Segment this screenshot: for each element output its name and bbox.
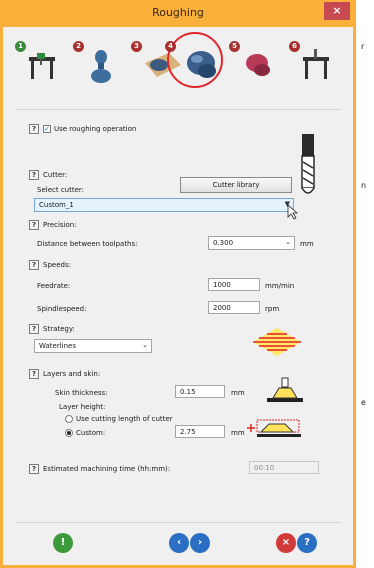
layer-height-icon <box>247 419 301 437</box>
distance-label: Distance between toolpaths: <box>37 240 138 248</box>
select-cutter-label: Select cutter: <box>37 186 85 194</box>
skin-thickness-unit: mm <box>231 389 245 397</box>
spindlespeed-input[interactable]: 2000 <box>208 301 260 314</box>
use-roughing-label: Use roughing operation <box>54 125 137 133</box>
chevron-down-icon[interactable]: ⌄ <box>142 341 148 350</box>
precision-heading: Precision: <box>43 221 77 229</box>
feedrate-input[interactable]: 1000 <box>208 278 260 291</box>
help-button[interactable]: ? <box>29 324 39 334</box>
step-6-output[interactable]: 6 <box>289 37 341 97</box>
help-button[interactable]: ? <box>29 220 39 230</box>
wizard-steps: 1 2 3 4 5 6 <box>3 27 353 107</box>
help-button[interactable]: ? <box>29 260 39 270</box>
wizard-footer: ! ‹ › × ? <box>3 525 353 565</box>
step-2-model[interactable]: 2 <box>73 37 125 97</box>
skin-thickness-icon <box>267 377 303 402</box>
help-button[interactable]: ? <box>29 464 39 474</box>
chevron-down-icon[interactable]: ⌄ <box>285 238 291 247</box>
cutter-select[interactable]: Custom_1 ▼ <box>34 198 294 212</box>
estimated-time-label: Estimated machining time (hh:mm): <box>43 465 171 473</box>
title-bar[interactable]: Roughing × <box>3 0 353 27</box>
distance-value: 0.300 <box>213 239 234 247</box>
use-cutting-length-label: Use cutting length of cutter <box>76 415 173 423</box>
skin-thickness-label: Skin thickness: <box>55 389 108 397</box>
vase-icon <box>91 50 111 83</box>
step-number: 4 <box>165 41 176 52</box>
custom-layer-input[interactable]: 2.75 <box>175 425 225 438</box>
separator <box>15 109 341 110</box>
step-5-finishing[interactable]: 5 <box>229 37 281 97</box>
help-button[interactable]: ? <box>29 369 39 379</box>
strategy-heading: Strategy: <box>43 325 75 333</box>
spindlespeed-unit: rpm <box>265 305 280 313</box>
feedrate-label: Feedrate: <box>37 282 71 290</box>
help-button[interactable]: ? <box>29 124 39 134</box>
strategy-select[interactable]: Waterlines ⌄ <box>34 339 152 353</box>
dialog-client: 1 2 3 4 5 6 ? ✓ Use roughing operation ?… <box>3 27 353 565</box>
custom-unit: mm <box>231 429 245 437</box>
background-char-2: n <box>361 181 367 190</box>
distance-unit: mm <box>300 240 314 248</box>
speeds-heading: Speeds: <box>43 261 71 269</box>
mouse-cursor-icon <box>287 204 299 220</box>
output-icon <box>303 49 329 79</box>
forward-arrow-icon[interactable]: › <box>190 533 210 553</box>
cutter-heading: Cutter: <box>43 171 68 179</box>
feedrate-unit: mm/min <box>265 282 295 290</box>
cutter-tool-icon <box>301 134 315 194</box>
custom-label: Custom: <box>76 429 106 437</box>
background-char-1: r <box>361 42 365 51</box>
background-char-3: e <box>361 398 366 407</box>
step-4-roughing[interactable]: 4 <box>165 37 223 97</box>
distance-select[interactable]: 0.300 ⌄ <box>208 236 295 250</box>
estimated-time-field: 00:10 <box>249 461 319 474</box>
spindlespeed-label: Spindlespeed: <box>37 305 87 313</box>
use-cutting-length-radio[interactable] <box>65 415 73 423</box>
strategy-value: Waterlines <box>39 342 76 350</box>
machine-icon <box>29 53 55 79</box>
close-button[interactable]: × <box>324 2 350 20</box>
help-button[interactable]: ? <box>29 170 39 180</box>
step-1-machine[interactable]: 1 <box>15 37 67 97</box>
settings-panel: ? ✓ Use roughing operation ? Cutter: Sel… <box>29 114 321 522</box>
skin-thickness-input[interactable]: 0.15 <box>175 385 225 398</box>
layer-height-label: Layer height: <box>59 403 106 411</box>
back-arrow-icon[interactable]: ‹ <box>169 533 189 553</box>
waterline-strategy-icon <box>253 328 301 356</box>
custom-radio[interactable] <box>65 429 73 437</box>
cutter-library-button[interactable]: Cutter library <box>180 177 292 193</box>
cancel-icon[interactable]: × <box>276 533 296 553</box>
use-roughing-checkbox[interactable]: ✓ <box>43 125 51 133</box>
layers-heading: Layers and skin: <box>43 370 101 378</box>
separator <box>15 522 341 523</box>
cutter-select-value: Custom_1 <box>39 201 74 209</box>
finishing-icon <box>246 54 270 76</box>
roughing-icon <box>187 51 216 78</box>
roughing-dialog: Roughing × 1 2 3 4 5 6 ? ✓ Use roughing … <box>0 0 356 568</box>
window-title: Roughing <box>152 6 204 19</box>
help-icon[interactable]: ? <box>297 533 317 553</box>
finish-icon[interactable]: ! <box>53 533 73 553</box>
